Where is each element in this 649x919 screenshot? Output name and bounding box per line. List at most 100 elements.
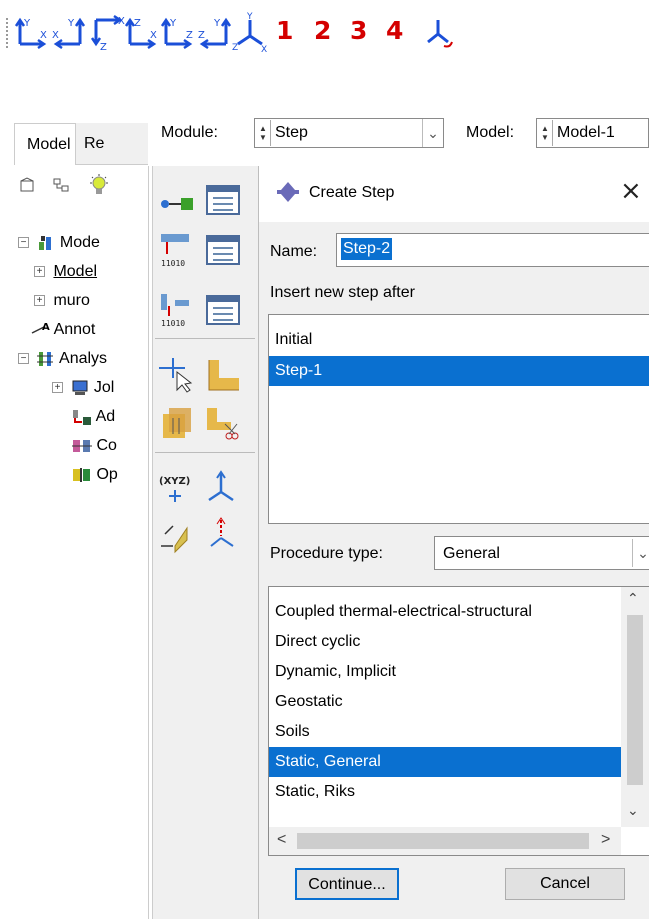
scrollbar-thumb[interactable] xyxy=(627,615,643,785)
svg-text:X: X xyxy=(40,30,47,41)
create-step-title-icon xyxy=(277,182,299,202)
history-output-manager-icon[interactable] xyxy=(203,290,243,330)
create-step-dialog: Create Step × Name: Step-2 Insert new st… xyxy=(258,166,649,919)
tree-item-annotations[interactable]: A Annot xyxy=(30,317,95,343)
scroll-up-icon[interactable]: ⌃ xyxy=(627,591,639,607)
user-view-icon xyxy=(427,20,453,48)
toolbox-divider xyxy=(155,338,255,339)
chevron-down-icon[interactable]: ⌄ xyxy=(422,119,443,147)
view-zx-button[interactable]: X Z xyxy=(88,12,126,53)
field-output-request-icon[interactable]: 11010 xyxy=(157,230,197,270)
tree-item-adaptivity[interactable]: Ad xyxy=(72,404,115,430)
plus-icon[interactable]: + xyxy=(34,295,45,307)
svg-text:Z: Z xyxy=(198,30,205,41)
model-combo[interactable]: ▲ ▼ Model-1 xyxy=(536,118,649,148)
module-combo[interactable]: ▲ ▼ Step ⌄ xyxy=(254,118,444,148)
query-pick-icon[interactable] xyxy=(157,356,197,396)
tab-results[interactable]: Re xyxy=(76,123,148,165)
saved-view-3-button[interactable]: 3 xyxy=(350,16,367,45)
list-item[interactable]: Soils xyxy=(269,717,621,747)
plus-icon[interactable]: + xyxy=(34,266,45,278)
create-datum-point-icon[interactable]: (XYZ) xyxy=(157,468,197,508)
tree-item-label: Jol xyxy=(93,379,115,396)
partition-icon[interactable] xyxy=(157,404,197,444)
create-datum-axis-icon[interactable] xyxy=(203,516,243,556)
tree-filter-icon[interactable] xyxy=(18,176,38,196)
scroll-right-icon[interactable]: > xyxy=(601,831,610,849)
list-item[interactable]: Geostatic xyxy=(269,687,621,717)
step-manager-icon[interactable] xyxy=(203,180,243,220)
scroll-left-icon[interactable]: < xyxy=(277,831,286,849)
coexecution-icon xyxy=(72,439,92,452)
tree-item-jobs[interactable]: + Jol xyxy=(52,375,114,401)
list-item[interactable]: Coupled thermal-electrical-structural xyxy=(269,597,621,627)
tree-item-analysis[interactable]: − Analys xyxy=(18,346,107,372)
lightbulb-icon[interactable] xyxy=(88,174,110,198)
scrollbar-thumb[interactable] xyxy=(297,833,589,849)
view-zx-axes-icon: X Z xyxy=(90,14,125,53)
chevron-down-icon[interactable]: ⌄ xyxy=(632,539,649,567)
saved-view-1-button[interactable]: 1 xyxy=(276,16,293,45)
tree-item-label: Mode xyxy=(59,234,100,251)
module-spinner-icon[interactable]: ▲ ▼ xyxy=(256,120,271,146)
cut-selection-icon[interactable] xyxy=(203,404,243,444)
insert-after-label: Insert new step after xyxy=(270,284,415,301)
procedure-type-combo[interactable]: General ⌄ xyxy=(434,536,649,570)
horizontal-scrollbar[interactable]: < > xyxy=(269,827,621,855)
saved-view-2-button[interactable]: 2 xyxy=(314,16,331,45)
tree-item-label: Model xyxy=(53,263,98,280)
field-output-manager-icon[interactable] xyxy=(203,230,243,270)
vertical-scrollbar[interactable]: ⌃ ⌄ xyxy=(621,587,649,827)
tree-item-model-1[interactable]: + Model xyxy=(34,259,97,285)
view-yz-button[interactable]: Y Z xyxy=(160,12,198,52)
dialog-titlebar[interactable]: Create Step × xyxy=(259,166,649,222)
step-list[interactable]: Initial Step-1 xyxy=(268,314,649,524)
collapse-icon[interactable]: − xyxy=(18,353,29,365)
tab-model[interactable]: Model xyxy=(14,123,76,165)
list-item[interactable]: Direct cyclic xyxy=(269,627,621,657)
list-item[interactable]: Initial xyxy=(269,325,649,355)
create-datum-csys-icon[interactable] xyxy=(203,468,243,508)
plus-icon[interactable]: + xyxy=(52,382,63,394)
model-spinner-icon[interactable]: ▲ ▼ xyxy=(538,120,553,146)
view-iso-axes-icon: Y X Z xyxy=(232,12,267,55)
adaptivity-icon xyxy=(73,409,91,425)
analysis-icon xyxy=(37,351,54,366)
list-item-selected[interactable]: Step-1 xyxy=(269,356,649,386)
continue-button[interactable]: Continue... xyxy=(295,868,399,900)
tree-item-optimization[interactable]: Op xyxy=(72,462,118,488)
list-item[interactable]: Dynamic, Implicit xyxy=(269,657,621,687)
tree-item-label: Analys xyxy=(59,350,108,367)
tree-item-models[interactable]: − Mode xyxy=(18,230,100,256)
display-group-icon[interactable] xyxy=(203,356,243,396)
view-xy-axes-icon: Y X xyxy=(14,17,47,50)
view-xy-button[interactable]: Y X xyxy=(14,12,52,52)
cancel-button[interactable]: Cancel xyxy=(505,868,625,900)
history-output-request-icon[interactable]: 11010 xyxy=(157,290,197,330)
view-zy-axes-icon: Y Z xyxy=(198,17,232,50)
svg-text:A: A xyxy=(42,322,50,333)
scroll-down-icon[interactable]: ⌄ xyxy=(627,803,639,819)
create-datum-plane-icon[interactable] xyxy=(157,516,197,556)
view-yx-button[interactable]: Y X xyxy=(50,12,88,52)
tree-item-coexecution[interactable]: Co xyxy=(72,433,117,459)
collapse-icon[interactable]: − xyxy=(18,237,29,249)
close-icon[interactable]: × xyxy=(620,176,642,206)
list-item-selected[interactable]: Static, General xyxy=(269,747,621,777)
tree-expand-icon[interactable] xyxy=(52,176,72,196)
view-iso-button[interactable]: Y X Z xyxy=(232,12,270,55)
model-label: Model: xyxy=(466,124,515,141)
list-item[interactable]: Static, Riks xyxy=(269,777,621,807)
svg-text:X: X xyxy=(261,45,267,52)
saved-view-4-button[interactable]: 4 xyxy=(386,16,403,45)
view-toolbar: Y X Y X X Z Z X Y Z Y Z Y X Z 1 2 3 4 xyxy=(0,0,649,62)
name-field[interactable]: Step-2 xyxy=(336,233,649,267)
create-step-icon[interactable] xyxy=(157,184,197,224)
view-zx2-button[interactable]: Z X xyxy=(124,12,162,52)
toolbar-grip[interactable] xyxy=(6,18,12,48)
tree-item-muro[interactable]: + muro xyxy=(34,288,90,314)
module-bar: Module: ▲ ▼ Step ⌄ Model: ▲ ▼ Model-1 xyxy=(148,116,649,156)
view-zy-button[interactable]: Y Z xyxy=(196,12,234,52)
procedure-list[interactable]: Coupled thermal-electrical-structural Di… xyxy=(268,586,649,856)
user-view-button[interactable] xyxy=(420,12,458,52)
